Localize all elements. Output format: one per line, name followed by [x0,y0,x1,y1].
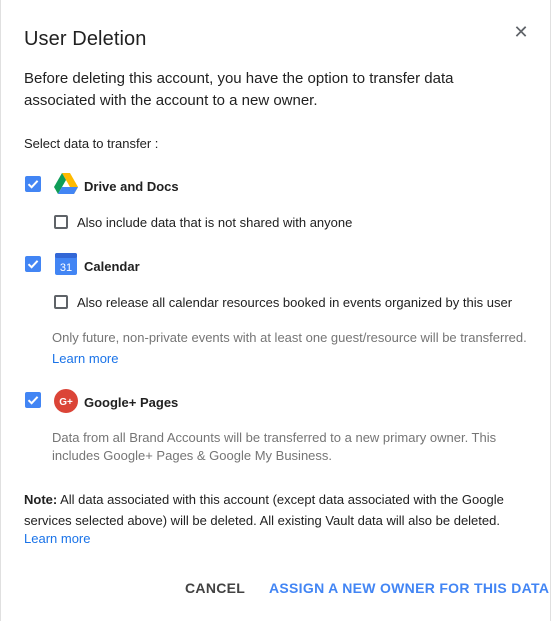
drive-label: Drive and Docs [84,179,179,194]
note-text: All data associated with this account (e… [24,492,504,528]
close-icon[interactable]: ✕ [509,20,533,44]
drive-checkbox[interactable] [25,176,41,192]
note-learn-more-link[interactable]: Learn more [24,531,90,546]
dialog-intro: Before deleting this account, you have t… [24,70,454,109]
select-data-label: Select data to transfer : [24,136,159,151]
gplus-help-text: Data from all Brand Accounts will be tra… [52,430,497,463]
calendar-release-checkbox[interactable] [54,295,68,309]
drive-unshared-label: Also include data that is not shared wit… [77,215,353,230]
assign-new-owner-button[interactable]: ASSIGN A NEW OWNER FOR THIS DATA [269,580,549,596]
calendar-learn-more-link[interactable]: Learn more [52,351,118,366]
dialog-title: User Deletion [24,28,147,50]
calendar-label: Calendar [84,259,140,274]
note-prefix: Note: [24,492,58,507]
gplus-checkbox[interactable] [25,392,41,408]
gplus-label: Google+ Pages [84,395,179,410]
drive-unshared-checkbox[interactable] [54,215,68,229]
svg-text:31: 31 [60,262,72,274]
calendar-help-text: Only future, non-private events with at … [52,330,527,345]
user-deletion-dialog: User Deletion ✕ Before deleting this acc… [0,0,551,621]
google-calendar-icon: 31 [55,253,79,277]
google-drive-icon [54,173,78,197]
calendar-release-label: Also release all calendar resources book… [77,295,513,310]
svg-text:G+: G+ [59,397,73,408]
google-plus-icon: G+ [54,389,78,413]
calendar-checkbox[interactable] [25,256,41,272]
deletion-note: Note: All data associated with this acco… [24,489,534,531]
cancel-button[interactable]: CANCEL [185,580,245,596]
